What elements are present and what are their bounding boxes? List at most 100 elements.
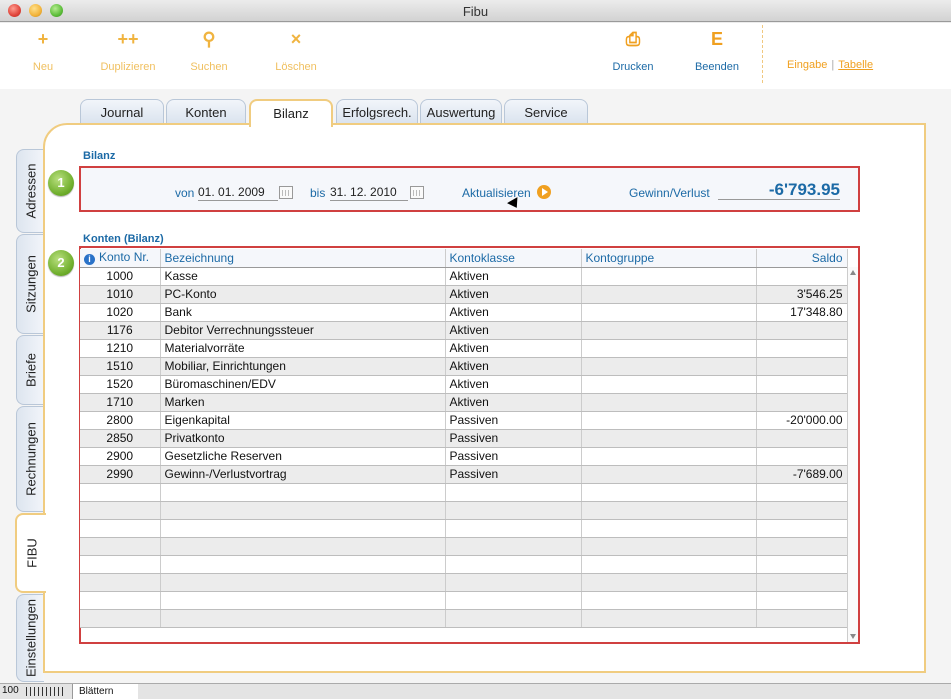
side-tab-adressen[interactable]: Adressen — [16, 149, 44, 233]
cell-konto-nr: 1000 — [80, 267, 161, 286]
new-button[interactable]: + Neu — [3, 27, 83, 73]
cell-konto-nr: 1520 — [80, 375, 161, 394]
duplicate-button[interactable]: ++ Duplizieren — [88, 27, 168, 73]
cell-bezeichnung: PC-Konto — [160, 285, 446, 304]
table-row[interactable]: 1710 Marken Aktiven — [80, 393, 848, 412]
cell-bezeichnung: Gesetzliche Reserven — [160, 447, 446, 466]
table-row[interactable]: 1510 Mobiliar, Einrichtungen Aktiven — [80, 357, 848, 376]
mode-table-link[interactable]: Tabelle — [838, 59, 873, 71]
tab-service[interactable]: Service — [504, 99, 588, 125]
status-bar: 100 Blättern — [0, 683, 951, 699]
scroll-down-icon[interactable] — [850, 634, 856, 639]
empty-cell — [80, 483, 161, 502]
empty-cell — [581, 591, 757, 610]
empty-cell — [160, 555, 446, 574]
side-tab-rechnungen[interactable]: Rechnungen — [16, 406, 44, 512]
side-tab-briefe[interactable]: Briefe — [16, 335, 44, 405]
side-tab-sitzungen[interactable]: Sitzungen — [16, 234, 44, 334]
cell-saldo — [756, 339, 848, 358]
side-tab-einstellungen[interactable]: Einstellungen — [16, 594, 44, 682]
cell-kontogruppe — [581, 411, 757, 430]
table-row[interactable]: 2850 Privatkonto Passiven — [80, 429, 848, 448]
col-header-kontogruppe[interactable]: Kontogruppe — [581, 249, 757, 268]
from-date-field[interactable]: 01. 01. 2009 — [198, 185, 278, 201]
table-row[interactable]: 1020 Bank Aktiven 17'348.80 — [80, 303, 848, 322]
info-icon[interactable]: i — [84, 254, 95, 266]
delete-label: Löschen — [275, 61, 317, 73]
cell-bezeichnung: Debitor Verrechnungssteuer — [160, 321, 446, 340]
cell-konto-nr: 1176 — [80, 321, 161, 340]
cell-konto-nr: 2850 — [80, 429, 161, 448]
to-label: bis — [310, 186, 326, 200]
toolbar: + Neu ++ Duplizieren ⚲ Suchen × Löschen … — [0, 23, 951, 89]
empty-table-row[interactable] — [80, 519, 848, 538]
cell-saldo: -20'000.00 — [756, 411, 848, 430]
empty-cell — [756, 555, 848, 574]
scroll-up-icon[interactable] — [850, 270, 856, 275]
col-header-konto-nr[interactable]: i Konto Nr. — [80, 249, 161, 268]
empty-cell — [80, 555, 161, 574]
layout-mode-icon[interactable] — [26, 687, 66, 696]
empty-table-row[interactable] — [80, 501, 848, 520]
tab-erfolgsrechnung[interactable]: Erfolgsrech. — [336, 99, 418, 125]
table-body: 1000 Kasse Aktiven 1010 PC-Konto Aktiven 3'546… — [80, 267, 848, 628]
empty-cell — [581, 609, 757, 628]
table-row[interactable]: 2900 Gesetzliche Reserven Passiven — [80, 447, 848, 466]
cell-kontogruppe — [581, 429, 757, 448]
empty-cell — [756, 573, 848, 592]
cell-saldo: 17'348.80 — [756, 303, 848, 322]
table-scrollbar[interactable] — [847, 267, 858, 642]
empty-table-row[interactable] — [80, 609, 848, 628]
delete-button[interactable]: × Löschen — [256, 27, 336, 73]
print-icon: ⎙ — [625, 29, 641, 49]
empty-table-row[interactable] — [80, 555, 848, 574]
play-icon[interactable] — [537, 185, 551, 199]
quit-button[interactable]: E Beenden — [677, 27, 757, 73]
cell-bezeichnung: Eigenkapital — [160, 411, 446, 430]
table-header-row: i Konto Nr. Bezeichnung Kontoklasse Konto… — [80, 249, 848, 268]
table-row[interactable]: 2800 Eigenkapital Passiven -20'000.00 — [80, 411, 848, 430]
table-row[interactable]: 1176 Debitor Verrechnungssteuer Aktiven — [80, 321, 848, 340]
result-value: -6'793.95 — [768, 180, 840, 199]
empty-cell — [160, 501, 446, 520]
calendar-icon[interactable] — [410, 186, 424, 199]
cell-bezeichnung: Gewinn-/Verlustvortrag — [160, 465, 446, 484]
col-header-saldo[interactable]: Saldo — [756, 249, 848, 268]
tab-konten[interactable]: Konten — [166, 99, 246, 125]
cell-kontoklasse: Aktiven — [445, 339, 582, 358]
empty-table-row[interactable] — [80, 483, 848, 502]
print-button[interactable]: ⎙ Drucken — [593, 27, 673, 73]
toolbar-divider — [762, 25, 763, 83]
empty-table-row[interactable] — [80, 573, 848, 592]
col-header-bezeichnung[interactable]: Bezeichnung — [160, 249, 446, 268]
cell-kontogruppe — [581, 447, 757, 466]
search-button[interactable]: ⚲ Suchen — [169, 27, 249, 73]
table-row[interactable]: 2990 Gewinn-/Verlustvortrag Passiven -7'689… — [80, 465, 848, 484]
empty-cell — [80, 609, 161, 628]
side-tab-fibu[interactable]: FIBU — [15, 513, 46, 593]
empty-cell — [581, 537, 757, 556]
table-row[interactable]: 1210 Materialvorräte Aktiven — [80, 339, 848, 358]
view-mode-switch: Eingabe | Tabelle — [787, 59, 873, 71]
cell-kontoklasse: Passiven — [445, 447, 582, 466]
table-row[interactable]: 1010 PC-Konto Aktiven 3'546.25 — [80, 285, 848, 304]
mode-entry-link[interactable]: Eingabe — [787, 59, 827, 71]
to-date-field[interactable]: 31. 12. 2010 — [330, 185, 408, 201]
tab-bilanz[interactable]: Bilanz — [249, 99, 333, 127]
tab-journal[interactable]: Journal — [80, 99, 164, 125]
update-link[interactable]: Aktualisieren — [462, 186, 531, 200]
zoom-level[interactable]: 100 — [2, 685, 19, 696]
col-header-kontoklasse[interactable]: Kontoklasse — [445, 249, 582, 268]
step-badge-2: 2 — [48, 250, 74, 276]
empty-cell — [160, 519, 446, 538]
cell-kontoklasse: Aktiven — [445, 285, 582, 304]
calendar-icon[interactable] — [279, 186, 293, 199]
empty-cell — [756, 501, 848, 520]
tab-auswertung[interactable]: Auswertung — [420, 99, 502, 125]
table-row[interactable]: 1000 Kasse Aktiven — [80, 267, 848, 286]
empty-table-row[interactable] — [80, 537, 848, 556]
cell-bezeichnung: Kasse — [160, 267, 446, 286]
empty-table-row[interactable] — [80, 591, 848, 610]
table-row[interactable]: 1520 Büromaschinen/EDV Aktiven — [80, 375, 848, 394]
empty-cell — [756, 609, 848, 628]
